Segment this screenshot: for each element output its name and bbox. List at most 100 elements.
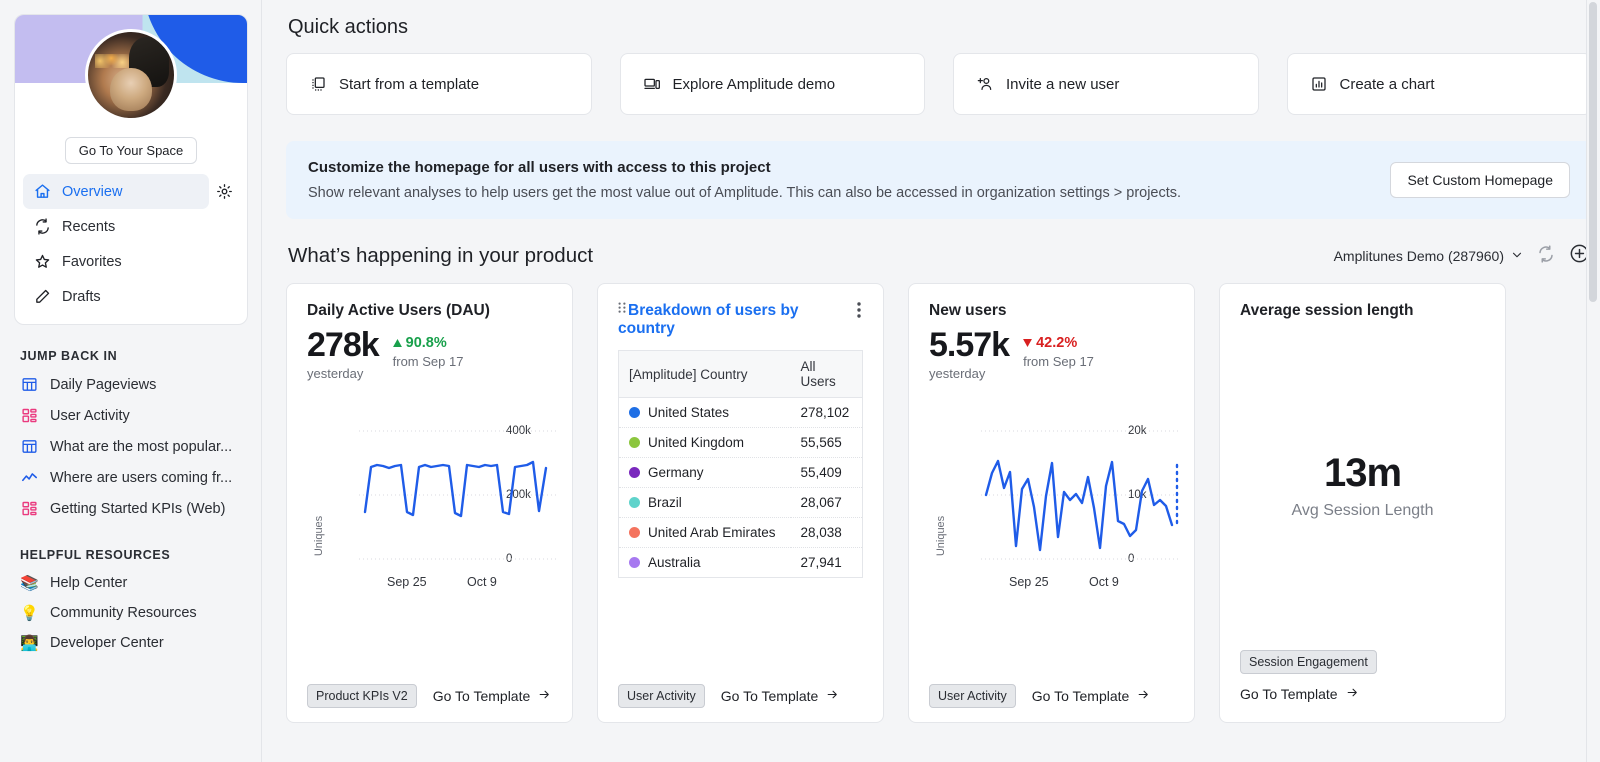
go-to-your-space-button[interactable]: Go To Your Space: [64, 137, 198, 164]
country-name: Germany: [648, 465, 704, 481]
card-title[interactable]: Breakdown of users by country: [618, 302, 799, 337]
y-axis-label: Uniques: [935, 516, 948, 557]
customize-homepage-banner: Customize the homepage for all users wit…: [286, 141, 1592, 219]
sidebar-item-label: Overview: [62, 183, 123, 200]
page-scrollbar[interactable]: [1586, 0, 1600, 762]
arrow-right-icon: [1345, 686, 1360, 702]
table-row[interactable]: United Kingdom 55,565: [618, 427, 863, 459]
line-chart-icon: [20, 468, 39, 487]
add-user-icon: [976, 75, 994, 93]
quick-actions-grid: Start from a template Explore Amplitude …: [286, 53, 1592, 115]
sidebar-item-label: Recents: [62, 218, 116, 235]
table-row[interactable]: United States 278,102: [618, 397, 863, 429]
card-daily-active-users: Daily Active Users (DAU) 278k yesterday …: [286, 283, 573, 723]
dashboard-chip[interactable]: User Activity: [618, 684, 705, 708]
metric-block: 278k yesterday: [307, 326, 380, 381]
refresh-icon[interactable]: [1537, 244, 1555, 268]
delta-block: 90.8% from Sep 17: [393, 328, 464, 369]
cell-country: Australia: [619, 548, 791, 578]
sidebar: Go To Your Space Overview Recents Favori…: [0, 0, 262, 762]
drag-handle-icon[interactable]: [618, 302, 627, 320]
star-icon: [33, 252, 52, 271]
table-row[interactable]: Germany 55,409: [618, 457, 863, 489]
card-header: New users: [929, 302, 1174, 320]
go-to-template-link[interactable]: Go To Template: [433, 688, 553, 704]
dashboard-chip[interactable]: User Activity: [929, 684, 1016, 708]
set-custom-homepage-button[interactable]: Set Custom Homepage: [1390, 162, 1570, 198]
triangle-down-icon: [1023, 335, 1033, 351]
lightbulb-icon: 💡: [20, 605, 39, 622]
resource-item-developer-center[interactable]: 👨‍💻 Developer Center: [14, 628, 248, 658]
table-header-row: [Amplitude] Country All Users: [618, 350, 863, 399]
series-color-dot: [629, 407, 640, 419]
sidebar-item-overview[interactable]: Overview: [23, 174, 209, 209]
scrollbar-thumb[interactable]: [1589, 2, 1597, 302]
go-to-template-link[interactable]: Go To Template: [1032, 688, 1152, 704]
scalar-metric-block: 13m Avg Session Length: [1240, 320, 1485, 650]
status-badge: 90.8%: [392, 335, 464, 351]
jump-item-getting-started-kpis[interactable]: Getting Started KPIs (Web): [14, 493, 248, 524]
dashboard-grid-icon: [20, 406, 39, 425]
quick-action-invite-user[interactable]: Invite a new user: [953, 53, 1259, 115]
column-header-all-users: All Users: [790, 350, 863, 399]
delta-period: from Sep 17: [392, 354, 464, 369]
card-breakdown-by-country: Breakdown of users by country [Amplitude…: [597, 283, 884, 723]
jump-item-label: What are the most popular...: [50, 438, 233, 455]
arrow-right-icon: [1136, 688, 1151, 704]
card-title: Average session length: [1240, 302, 1414, 319]
dashboard-chip[interactable]: Product KPIs V2: [307, 684, 417, 708]
helpful-resources-label: HELPFUL RESOURCES: [20, 548, 171, 562]
metric-block: 5.57k yesterday: [929, 327, 1010, 380]
metric-label: Avg Session Length: [1291, 501, 1434, 519]
table-row[interactable]: United Arab Emirates 28,038: [618, 517, 863, 549]
happening-controls: Amplitunes Demo (287960): [1334, 243, 1590, 269]
metric-period: yesterday: [307, 365, 364, 381]
page-title: What’s happening in your product: [288, 244, 594, 267]
sidebar-item-drafts[interactable]: Drafts: [23, 279, 239, 314]
kebab-menu-icon[interactable]: [855, 302, 863, 323]
jump-item-users-coming-from[interactable]: Where are users coming fr...: [14, 462, 248, 493]
metric-value: 278k: [307, 326, 380, 364]
card-title-wrap: Breakdown of users by country: [618, 302, 849, 338]
banner-subtitle: Show relevant analyses to help users get…: [308, 185, 1182, 201]
quick-action-start-from-template[interactable]: Start from a template: [286, 53, 592, 115]
country-name: United States: [648, 405, 730, 421]
sidebar-item-recents[interactable]: Recents: [23, 209, 239, 244]
quick-action-label: Create a chart: [1339, 75, 1435, 93]
resource-item-help-center[interactable]: 📚 Help Center: [14, 568, 248, 598]
project-selector-label: Amplitunes Demo (287960): [1333, 248, 1504, 264]
go-to-template-label: Go To Template: [720, 688, 819, 704]
chevron-down-icon: [1511, 248, 1523, 264]
metric-row: 5.57k yesterday 42.2% from Sep 17: [929, 327, 1174, 380]
arrow-right-icon: [537, 688, 552, 704]
resource-item-label: Help Center: [50, 575, 128, 591]
x-tick: Sep 25: [1009, 574, 1049, 589]
card-header: Daily Active Users (DAU): [307, 302, 552, 320]
dashboard-chip[interactable]: Session Engagement: [1240, 650, 1377, 674]
gear-icon[interactable]: [209, 177, 239, 207]
card-header: Breakdown of users by country: [618, 302, 863, 338]
delta-value: 90.8%: [405, 335, 447, 351]
go-to-template-link[interactable]: Go To Template: [1240, 686, 1485, 702]
jump-item-label: User Activity: [50, 407, 130, 424]
sidebar-item-favorites[interactable]: Favorites: [23, 244, 239, 279]
jump-item-most-popular[interactable]: What are the most popular...: [14, 431, 248, 462]
table-row[interactable]: Australia 27,941: [619, 548, 863, 578]
dashboard-grid-icon: [20, 499, 39, 518]
quick-action-explore-demo[interactable]: Explore Amplitude demo: [619, 53, 925, 115]
banner-title: Customize the homepage for all users wit…: [308, 159, 771, 176]
project-selector[interactable]: Amplitunes Demo (287960): [1334, 248, 1523, 264]
dau-chart-svg: [359, 430, 559, 560]
jump-item-daily-pageviews[interactable]: Daily Pageviews: [14, 369, 248, 400]
table-row[interactable]: Brazil 28,067: [618, 487, 863, 519]
resource-item-community-resources[interactable]: 💡 Community Resources: [14, 598, 248, 628]
delta-value: 42.2%: [1036, 335, 1078, 351]
jump-item-label: Getting Started KPIs (Web): [50, 500, 226, 517]
series-color-dot: [629, 527, 640, 539]
go-to-template-link[interactable]: Go To Template: [721, 688, 841, 704]
resource-item-label: Developer Center: [50, 635, 164, 651]
go-to-template-label: Go To Template: [432, 688, 531, 704]
cell-value: 28,067: [790, 487, 863, 519]
jump-item-user-activity[interactable]: User Activity: [14, 400, 248, 431]
quick-action-create-chart[interactable]: Create a chart: [1286, 53, 1592, 115]
